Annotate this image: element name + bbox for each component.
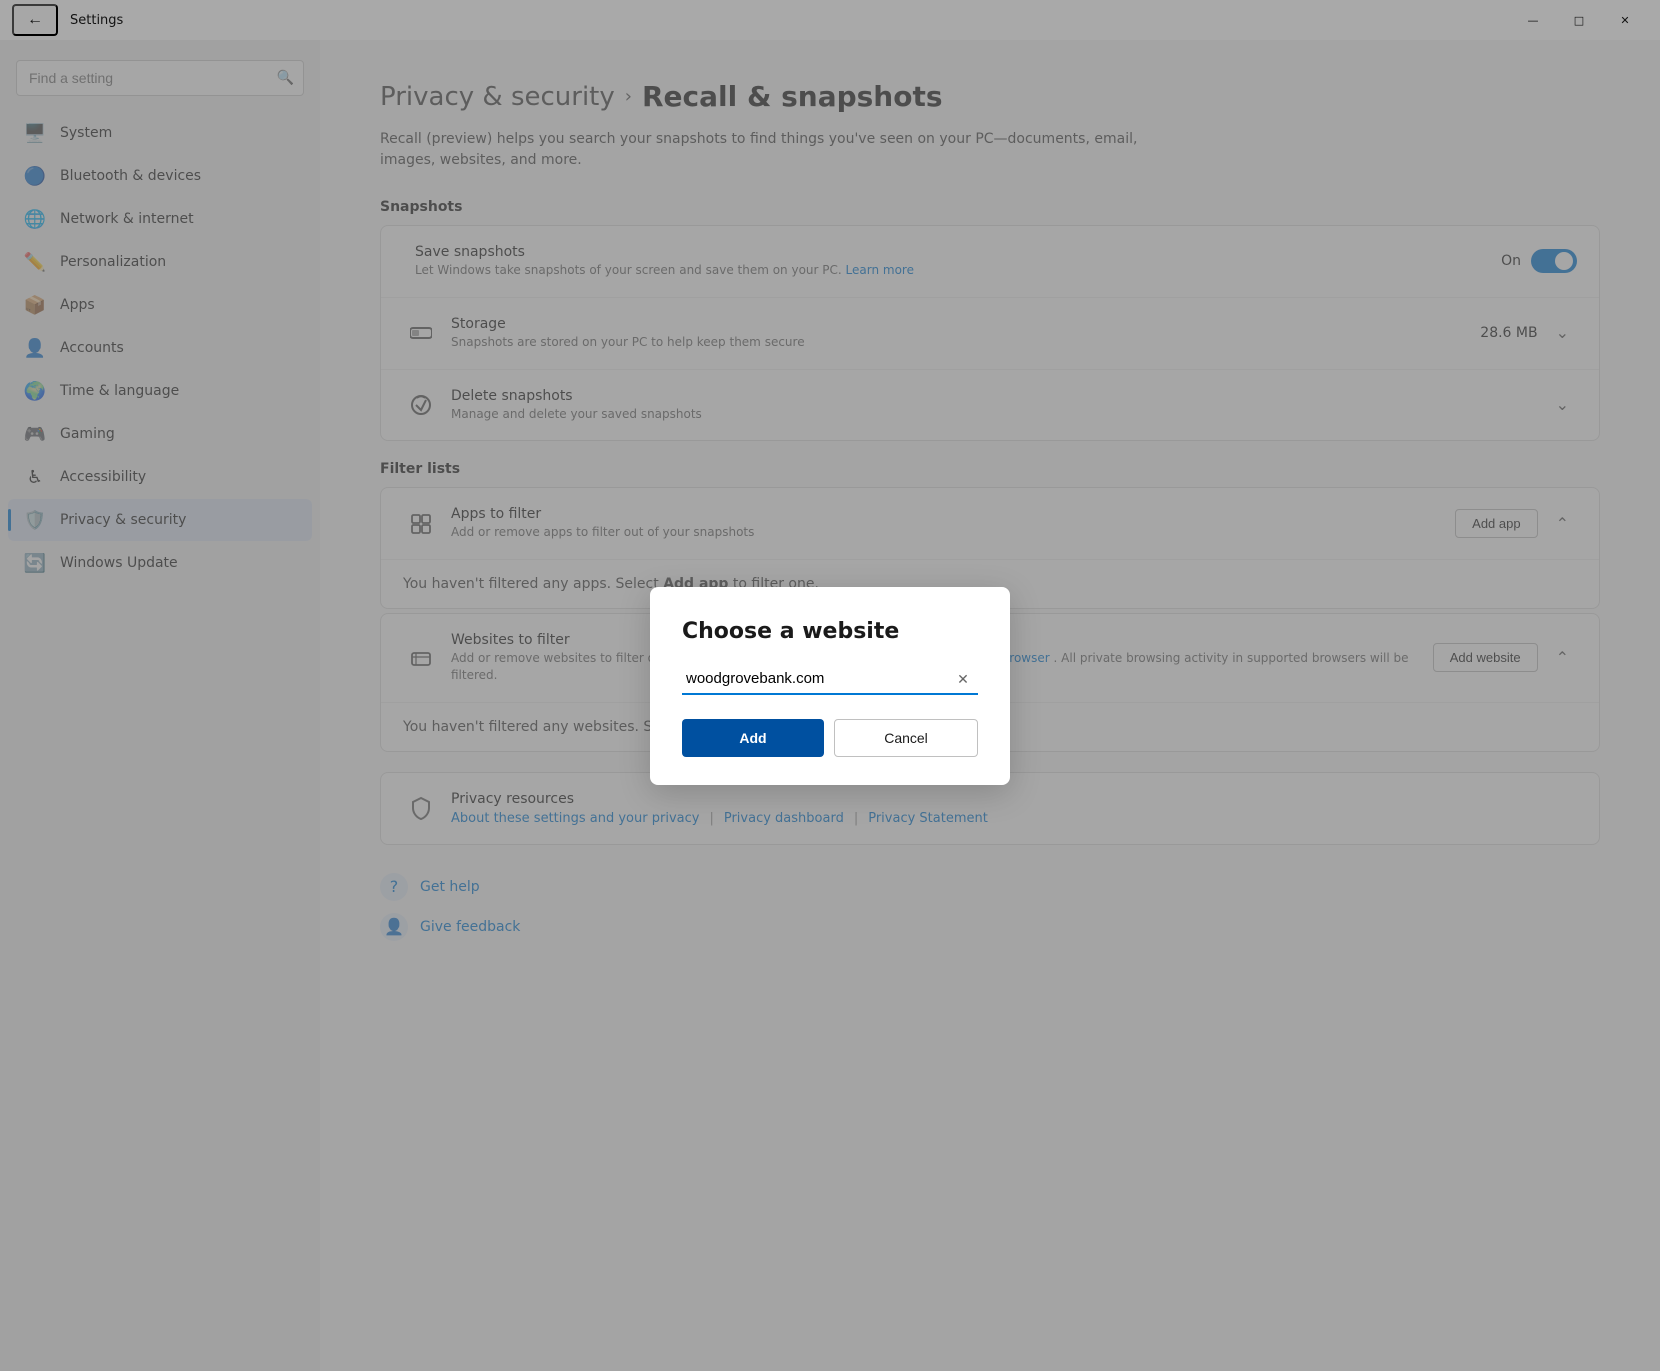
choose-website-modal: Choose a website ✕ Add Cancel <box>650 587 1010 785</box>
modal-actions: Add Cancel <box>682 719 978 757</box>
modal-clear-button[interactable]: ✕ <box>952 668 974 690</box>
website-input[interactable] <box>682 664 978 695</box>
modal-add-button[interactable]: Add <box>682 719 824 757</box>
modal-overlay: Choose a website ✕ Add Cancel <box>0 0 1660 1371</box>
modal-title: Choose a website <box>682 619 978 644</box>
modal-input-wrapper: ✕ <box>682 664 978 695</box>
modal-cancel-button[interactable]: Cancel <box>834 719 978 757</box>
